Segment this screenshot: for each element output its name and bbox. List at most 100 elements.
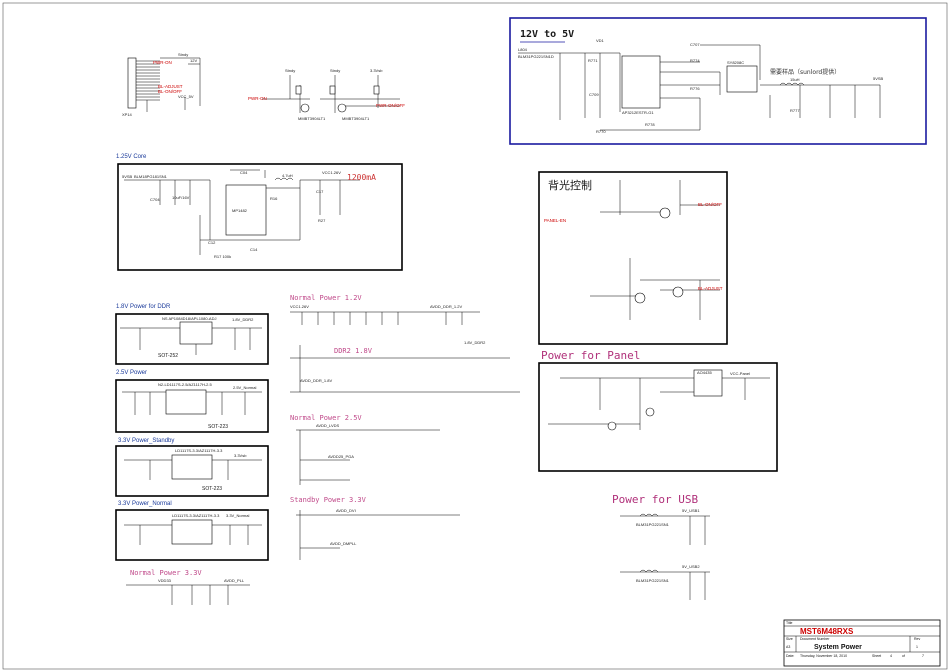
svg-text:MMBT3904LT1: MMBT3904LT1 bbox=[298, 116, 326, 121]
net-label: AVDD_DMPLL bbox=[330, 541, 357, 546]
power-2v5: 2.5V Power N2-LD1117S-2.5/AZ1117H-2.5 SO… bbox=[115, 370, 269, 433]
svg-text:VD1: VD1 bbox=[596, 38, 605, 43]
sp33-title: Standby Power 3.3V bbox=[290, 496, 367, 504]
ferrite-part: BLM31PG221SN1 bbox=[636, 522, 670, 527]
net-label: 5V_USB1 bbox=[682, 508, 700, 513]
package-label: SOT-223 bbox=[208, 424, 228, 430]
net-label: VCC-Panel bbox=[730, 371, 750, 376]
ferrite-label: L804 bbox=[518, 47, 528, 52]
current-rating: 1200mA bbox=[347, 173, 376, 182]
net-label: AVDD_DDR_1.2V bbox=[430, 304, 462, 309]
standby-power-3v3: Standby Power 3.3V AVDD_DVI AVDD_DMPLL bbox=[290, 496, 460, 560]
date-label: Date: bbox=[786, 654, 794, 658]
net-label: VCC1.26V bbox=[322, 170, 341, 175]
ic-part: NS AP1084D18/APL1080-ADJ bbox=[162, 316, 216, 321]
net-label: BL-ADJUST bbox=[698, 286, 723, 291]
net-label: PANEL-EN bbox=[544, 218, 566, 223]
core-title: 1.25V Core bbox=[116, 154, 147, 160]
header-connector: XP14 PWR-ON BL-ADJUST BL-ON/OFF VCC_5V S… bbox=[122, 52, 201, 117]
size-value: A3 bbox=[786, 645, 790, 649]
net-label: AVDD_DVI bbox=[336, 508, 356, 513]
svg-text:R17 100k: R17 100k bbox=[214, 254, 231, 259]
np12-title: Normal Power 1.2V bbox=[290, 294, 362, 302]
svg-text:C707: C707 bbox=[690, 42, 700, 47]
net-label: AVDD_LVDS bbox=[316, 423, 340, 428]
dcdc-title: 12V to 5V bbox=[520, 29, 574, 40]
svg-text:10uF/16V: 10uF/16V bbox=[172, 195, 190, 200]
ddr-title: 1.8V Power for DDR bbox=[116, 304, 171, 310]
ic-part: SY8208C bbox=[727, 60, 744, 65]
np33-title: Normal Power 3.3V bbox=[130, 569, 202, 577]
ic-part: AO4435 bbox=[697, 370, 712, 375]
svg-text:R771: R771 bbox=[588, 58, 598, 63]
svg-text:C704: C704 bbox=[150, 197, 160, 202]
sheet-value: 4 bbox=[890, 654, 892, 658]
np25-title: Normal Power 2.5V bbox=[290, 414, 362, 422]
svg-text:C14: C14 bbox=[250, 247, 258, 252]
net-label: 3.3Vsb bbox=[234, 453, 247, 458]
ic-u1 bbox=[621, 55, 661, 109]
p25-title: 2.5V Power bbox=[116, 370, 147, 376]
ddr2-1v8: DDR2 1.8V AVDD_DDR_1.8V 1.8V_DDR2 bbox=[290, 340, 520, 393]
net-label: PWR-ON/OFF bbox=[376, 103, 405, 108]
ic-part: AP3212ESTR-G1 bbox=[622, 110, 654, 115]
bl-title: 背光控制 bbox=[548, 178, 592, 192]
ic-part: LD1117S-3.3/AZ1117H-3.3 bbox=[172, 513, 220, 518]
net-label: 1.8V_DDR2 bbox=[232, 317, 254, 322]
net-label: AVDD_PLL bbox=[224, 578, 245, 583]
p33n-title: 3.3V Power_Normal bbox=[118, 501, 172, 507]
net-label: 5VSB bbox=[122, 174, 133, 179]
ic-part: N2-LD1117S-2.5/AZ1117H-2.5 bbox=[158, 382, 213, 387]
backlight-control: 背光控制 BL-ON/OFF BL-ADJUST PANEL-EN bbox=[538, 171, 728, 345]
doc-number-label: Document Number bbox=[800, 637, 830, 641]
net-label: AVDD25_PGA bbox=[328, 454, 354, 459]
net-label: BL-ON/OFF bbox=[698, 202, 722, 207]
svg-text:R774: R774 bbox=[690, 58, 700, 63]
svg-text:R16: R16 bbox=[270, 196, 278, 201]
inductor-symbol bbox=[779, 82, 805, 86]
pwr-switch-circuit: PWR-ON PWR-ON/OFF Stndy Stndy 3.3Vsb MMB… bbox=[248, 68, 405, 121]
svg-text:C12: C12 bbox=[208, 240, 216, 245]
sample-note: 需要样品（sunlord提供） bbox=[770, 68, 840, 76]
ferrite-part: BLM31PG221SN1D bbox=[518, 54, 554, 59]
net-label: AVDD_DDR_1.8V bbox=[300, 378, 332, 383]
svg-text:3.3Vsb: 3.3Vsb bbox=[370, 68, 383, 73]
package-label: SOT-252 bbox=[158, 353, 178, 359]
svg-text:Stndy: Stndy bbox=[285, 68, 295, 73]
svg-text:R770: R770 bbox=[596, 129, 606, 134]
header-ref: XP14 bbox=[122, 112, 133, 117]
ic-u2 bbox=[726, 65, 758, 93]
date-value: Thursday, November 18, 2010 bbox=[800, 654, 847, 658]
net-label: 12V bbox=[190, 58, 197, 63]
net-label: PWR-ON bbox=[248, 96, 267, 101]
of-value: 7 bbox=[922, 654, 924, 658]
net-label: 5V_USB2 bbox=[682, 564, 700, 569]
of-label: of bbox=[902, 654, 905, 658]
doc-title: MST6M48RXS bbox=[800, 627, 854, 636]
net-label: VDD33 bbox=[158, 578, 172, 583]
panel-title: Power for Panel bbox=[541, 349, 640, 362]
ic-part: LD1117S-3.3/AZ1117H-3.3 bbox=[175, 448, 223, 453]
usb-title: Power for USB bbox=[612, 493, 698, 506]
ddr2-title: DDR2 1.8V bbox=[334, 347, 373, 355]
net-label: 3.3V_Normal bbox=[226, 513, 249, 518]
inductor-value: 15uH bbox=[790, 77, 800, 82]
inductor-symbol bbox=[274, 177, 294, 181]
svg-text:R777: R777 bbox=[790, 108, 800, 113]
title-block: Title MST6M48RXS Size A3 Document Number… bbox=[783, 619, 941, 667]
net-label: 1.8V_DDR2 bbox=[464, 340, 486, 345]
rev-value: 1 bbox=[916, 645, 918, 649]
core-1v25: 1.25V Core MP1482 4.7uH 1200mA VCC1.26V … bbox=[116, 154, 403, 271]
net-label: VCC_5V bbox=[178, 94, 194, 99]
net-label: 2.5V_Normal bbox=[233, 385, 256, 390]
net-label: Stndy bbox=[178, 52, 188, 57]
svg-text:R27: R27 bbox=[318, 218, 326, 223]
inductor-value: 4.7uH bbox=[282, 173, 293, 178]
svg-text:Stndy: Stndy bbox=[330, 68, 340, 73]
sheet-label: Sheet bbox=[872, 654, 881, 658]
dcdc-12v-5v: 12V to 5V L804 BLM31PG221SN1D AP3212ESTR… bbox=[509, 17, 927, 145]
svg-text:BLM18PG181SN1: BLM18PG181SN1 bbox=[134, 174, 168, 179]
svg-text:MMBT3904LT1: MMBT3904LT1 bbox=[342, 116, 370, 121]
normal-power-1v2: Normal Power 1.2V AVDD_DDR_1.2V VCC1.26V bbox=[290, 294, 480, 325]
ic-part: MP1482 bbox=[232, 208, 248, 213]
